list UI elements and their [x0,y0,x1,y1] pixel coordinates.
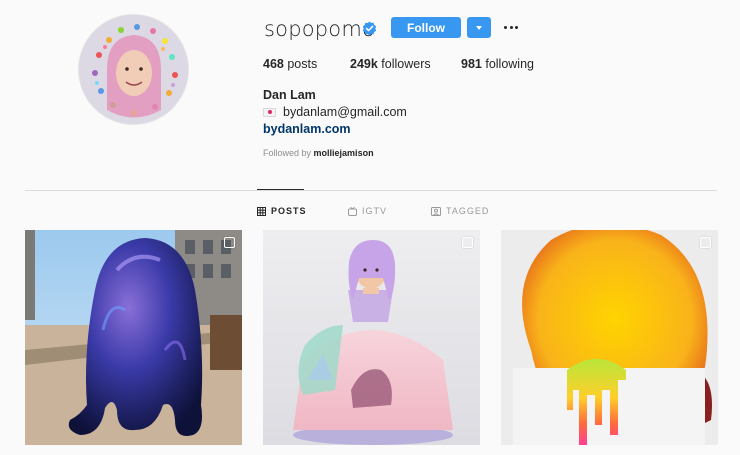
iridescent-blob-sculpture-photo [25,230,242,445]
followers-count: 249k [350,57,378,71]
multiple-photos-icon [462,237,473,248]
following-label: following [485,57,534,71]
profile-username: sopopomo [264,17,376,41]
verified-badge-icon [362,21,377,36]
followers-label: followers [381,57,431,71]
profile-full-name: Dan Lam [263,88,316,102]
igtv-icon [348,206,357,216]
dripping-sculpture-photo [501,230,718,445]
following-count: 981 [461,57,482,71]
posts-label: posts [287,57,318,71]
stat-posts: 468 posts [263,57,317,71]
tagged-icon [431,206,441,216]
more-dot [504,26,507,29]
grid-icon [257,206,266,216]
post-thumbnail[interactable] [501,230,718,445]
tab-posts[interactable]: POSTS [257,206,307,216]
bio-email-line: bydanlam@gmail.com [263,105,407,119]
doll-sculpture-photo [263,230,480,445]
post-thumbnail[interactable] [263,230,480,445]
followed-by-user[interactable]: molliejamison [314,148,374,158]
stat-followers[interactable]: 249k followers [350,57,431,71]
profile-avatar[interactable] [78,14,189,125]
followed-by[interactable]: Followed by molliejamison [263,148,374,158]
tab-igtv-label: IGTV [362,206,388,216]
love-letter-icon [263,107,276,117]
multiple-photos-icon [700,237,711,248]
more-dot [515,26,518,29]
followed-by-prefix: Followed by [263,148,312,158]
post-thumbnail[interactable] [25,230,242,445]
posts-count: 468 [263,57,284,71]
tab-posts-label: POSTS [271,206,307,216]
tab-igtv[interactable]: IGTV [348,206,387,216]
suggested-accounts-dropdown-button[interactable] [467,17,491,38]
multiple-photos-icon [224,237,235,248]
stat-following[interactable]: 981 following [461,57,534,71]
more-options-button[interactable] [501,17,521,38]
tab-tagged[interactable]: TAGGED [431,206,489,216]
follow-button[interactable]: Follow [391,17,461,38]
chevron-down-icon [476,25,482,30]
tabs-divider [25,190,717,191]
more-dot [509,26,513,29]
profile-website-link[interactable]: bydanlam.com [263,122,351,136]
tab-tagged-label: TAGGED [446,206,490,216]
bio-email: bydanlam@gmail.com [283,105,407,119]
active-tab-indicator [257,189,304,190]
